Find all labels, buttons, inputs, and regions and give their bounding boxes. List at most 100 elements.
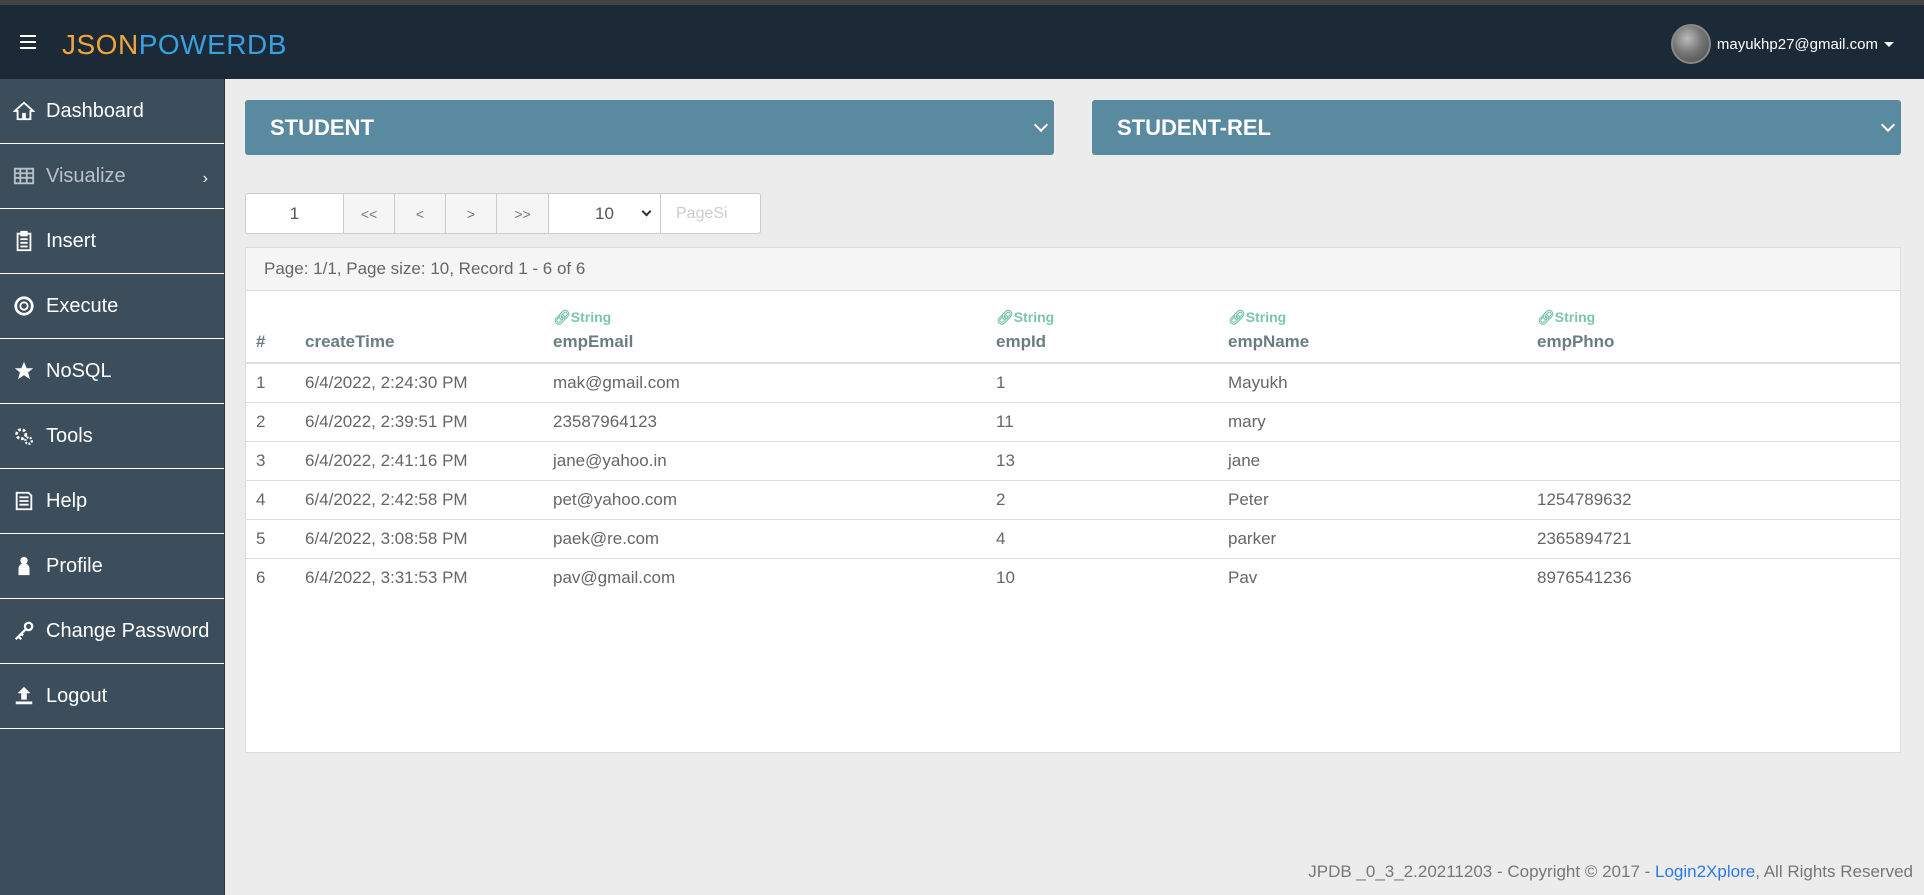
gears-icon: [12, 424, 36, 448]
table-cell: 1254789632: [1527, 480, 1900, 520]
table-cell: pav@gmail.com: [553, 567, 676, 587]
sidebar-item-logout[interactable]: Logout: [0, 664, 224, 729]
next-page-button[interactable]: >: [446, 193, 497, 234]
table-cell: 4: [246, 480, 295, 520]
page-size-input[interactable]: PageSi: [661, 193, 761, 234]
sidebar-item-help[interactable]: Help: [0, 469, 224, 534]
sidebar-item-label: Tools: [46, 424, 93, 447]
sidebar-item-label: Visualize: [46, 164, 126, 187]
table-header-row: # createTime 🔗︎String empEmail 🔗︎String em…: [246, 293, 1900, 364]
sidebar-item-visualize[interactable]: Visualize ›: [0, 144, 224, 209]
table-cell: Pav: [1228, 567, 1258, 587]
table-cell: 6/4/2022, 2:42:58 PM: [295, 480, 543, 520]
relation-select[interactable]: STUDENT-REL: [1092, 100, 1901, 155]
user-email: mayukhp27@gmail.com: [1716, 35, 1878, 53]
relation-select-value: STUDENT-REL: [1117, 114, 1271, 140]
page-number-input[interactable]: 1: [245, 193, 344, 234]
table-cell: jane: [1218, 441, 1527, 481]
table-cell: 1: [246, 363, 295, 403]
sidebar-item-profile[interactable]: Profile: [0, 534, 224, 599]
column-header[interactable]: #: [246, 293, 295, 364]
avatar: [1670, 24, 1711, 64]
table-cell: 6/4/2022, 2:41:16 PM: [295, 441, 543, 481]
table-cell: parker: [1218, 519, 1527, 559]
book-icon: [12, 489, 36, 513]
first-page-button[interactable]: <<: [344, 193, 395, 234]
sidebar: Dashboard Visualize › Insert Execute NoS…: [0, 79, 225, 895]
table-cell: [1527, 363, 1900, 403]
table-cell: 2: [246, 402, 295, 442]
table-cell: 5: [246, 519, 295, 559]
link-icon: 🔗︎: [1537, 309, 1555, 325]
table-cell: 6/4/2022, 3:08:58 PM: [295, 519, 543, 559]
table-row[interactable]: 2 6/4/2022, 2:39:51 PM 23587964123 11 ma…: [246, 402, 1900, 442]
column-header[interactable]: 🔗︎String empEmail: [543, 293, 986, 364]
sidebar-item-label: Profile: [46, 554, 103, 577]
table-cell: 23587964123: [543, 402, 986, 442]
sidebar-item-dashboard[interactable]: Dashboard: [0, 79, 224, 144]
table-cell: 13: [986, 441, 1218, 481]
table-cell: 6: [256, 567, 266, 587]
database-select-value: STUDENT: [270, 114, 374, 140]
table-cell: 4: [986, 519, 1218, 559]
chevron-down-icon: [641, 206, 652, 217]
table-cell: jane@yahoo.in: [543, 441, 986, 481]
table-row[interactable]: 1 6/4/2022, 2:24:30 PM mak@gmail.com 1 M…: [246, 363, 1900, 403]
last-page-button[interactable]: >>: [497, 193, 549, 234]
column-type: 🔗︎String: [1537, 309, 1596, 325]
table-cell: 2: [986, 480, 1218, 520]
sidebar-item-change-password[interactable]: Change Password: [0, 599, 224, 664]
hamburger-menu-icon[interactable]: [20, 35, 42, 53]
table-cell: 10: [996, 567, 1015, 587]
brand-logo[interactable]: JSONPOWERDB: [62, 29, 287, 61]
database-select[interactable]: STUDENT: [245, 100, 1054, 155]
table-row[interactable]: 6 6/4/2022, 3:31:53 PM pav@gmail.com 10 …: [246, 558, 1900, 597]
key-icon: [12, 619, 36, 643]
user-menu[interactable]: mayukhp27@gmail.com: [1670, 24, 1894, 64]
column-type: 🔗︎String: [1228, 309, 1287, 325]
column-header[interactable]: 🔗︎String empId: [986, 293, 1218, 364]
star-icon: [12, 359, 36, 383]
records-summary: Page: 1/1, Page size: 10, Record 1 - 6 o…: [246, 248, 1900, 291]
home-icon: [12, 99, 36, 123]
sidebar-item-tools[interactable]: Tools: [0, 404, 224, 469]
sidebar-item-label: Insert: [46, 229, 97, 252]
sidebar-item-label: Dashboard: [46, 99, 144, 122]
table-cell: pet@yahoo.com: [543, 480, 986, 520]
sidebar-item-nosql[interactable]: NoSQL: [0, 339, 224, 404]
sidebar-item-insert[interactable]: Insert: [0, 209, 224, 274]
chevron-down-icon: [1033, 117, 1049, 133]
records-panel: Page: 1/1, Page size: 10, Record 1 - 6 o…: [245, 247, 1901, 753]
sidebar-item-label: Change Password: [46, 619, 210, 642]
table-cell: Mayukh: [1218, 363, 1527, 403]
table-cell: 6/4/2022, 3:31:53 PM: [305, 567, 468, 587]
sidebar-item-label: Help: [46, 489, 88, 512]
sidebar-item-label: Logout: [46, 684, 108, 707]
table-row[interactable]: 4 6/4/2022, 2:42:58 PM pet@yahoo.com 2 P…: [246, 480, 1900, 520]
table-cell: 6/4/2022, 2:39:51 PM: [295, 402, 543, 442]
table-row[interactable]: 5 6/4/2022, 3:08:58 PM paek@re.com 4 par…: [246, 519, 1900, 559]
sidebar-item-execute[interactable]: Execute: [0, 274, 224, 339]
table-cell: [1527, 402, 1900, 442]
sidebar-item-label: NoSQL: [46, 359, 112, 382]
table-icon: [12, 164, 36, 188]
footer: JPDB _0_3_2.20211203 - Copyright © 2017 …: [1308, 862, 1913, 882]
footer-copyright: JPDB _0_3_2.20211203 - Copyright © 2017 …: [1308, 862, 1655, 881]
table-row[interactable]: 3 6/4/2022, 2:41:16 PM jane@yahoo.in 13 …: [246, 441, 1900, 481]
table-cell: 3: [246, 441, 295, 481]
column-header[interactable]: 🔗︎String empPhno: [1527, 293, 1900, 364]
user-icon: [12, 554, 36, 578]
table-cell: mary: [1218, 402, 1527, 442]
prev-page-button[interactable]: <: [395, 193, 446, 234]
page-size-value: 10: [595, 203, 614, 223]
pagination-bar: 1 << < > >> 10 PageSi: [245, 193, 761, 234]
footer-rights: , All Rights Reserved: [1755, 862, 1913, 881]
column-header[interactable]: 🔗︎String empName: [1218, 293, 1527, 364]
caret-down-icon: [1884, 41, 1894, 47]
table-cell: 2365894721: [1527, 519, 1900, 559]
link-icon: 🔗︎: [1228, 309, 1246, 325]
lifebuoy-icon: [12, 294, 36, 318]
footer-link-login2xplore[interactable]: Login2Xplore: [1655, 862, 1755, 881]
page-size-select[interactable]: 10: [549, 193, 661, 234]
column-header[interactable]: createTime: [295, 293, 543, 364]
